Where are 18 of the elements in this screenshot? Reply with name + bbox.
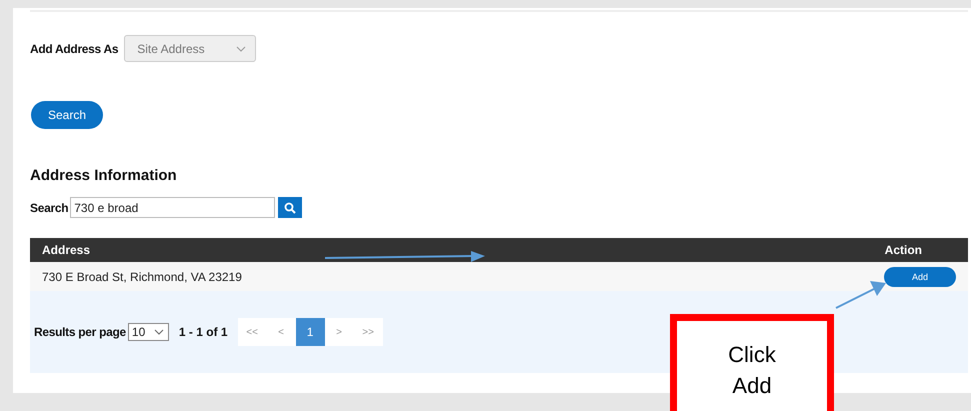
column-header: Action — [884, 243, 922, 257]
page-button[interactable]: 1 — [296, 318, 325, 346]
address-type-dropdown[interactable]: Site Address — [124, 35, 256, 62]
per-page-dropdown[interactable]: 10 — [128, 323, 169, 341]
results-per-page-label: Results per page — [34, 325, 126, 339]
results-range: 1 - 1 of 1 — [178, 325, 228, 339]
column-header: Address — [42, 243, 90, 257]
section-title: Address Information — [30, 167, 178, 184]
arrow — [834, 280, 888, 310]
search-label: Search — [30, 200, 68, 214]
search-icon — [284, 202, 296, 214]
search-button[interactable]: Search — [31, 101, 103, 129]
callout-text: Click Add — [727, 341, 777, 400]
add-button[interactable]: Add — [884, 266, 956, 286]
search-icon-button[interactable] — [278, 197, 302, 218]
address-cell: 730 E Broad St, Richmond, VA 23219 — [42, 270, 242, 284]
field-label: Add Address As — [30, 42, 118, 56]
search-field[interactable]: 730 e broad — [70, 197, 276, 218]
